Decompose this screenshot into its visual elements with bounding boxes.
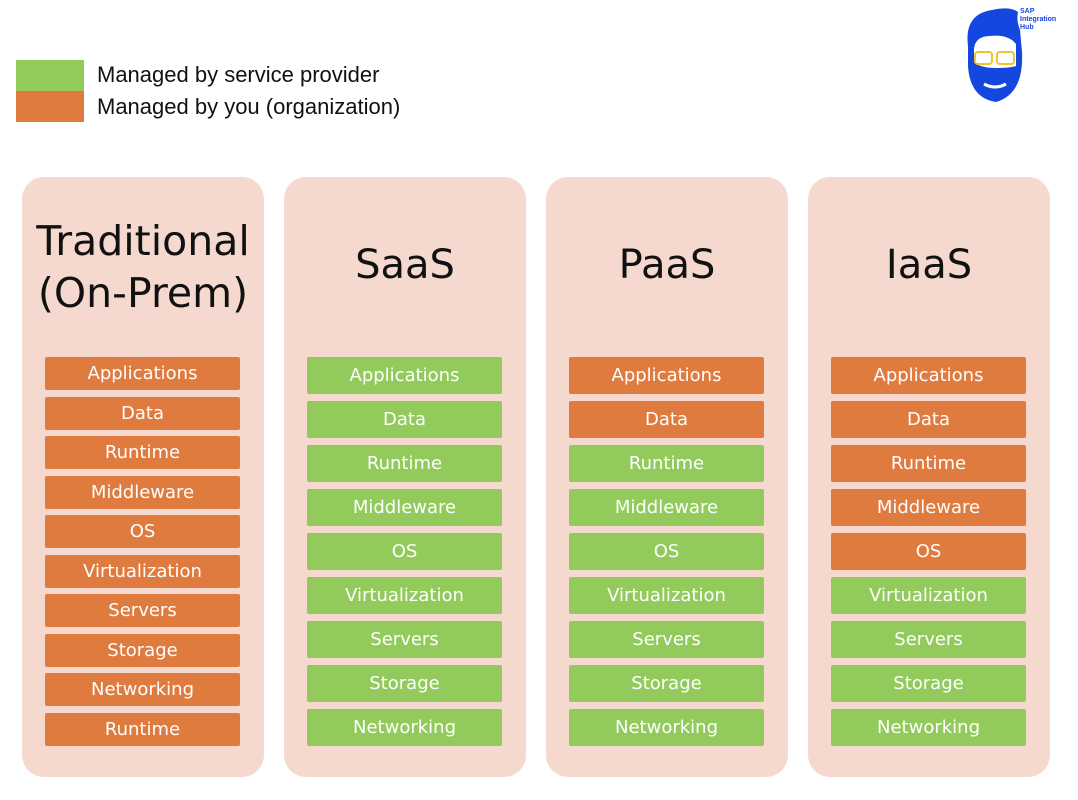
column-title: PaaS bbox=[618, 242, 716, 288]
stack-layer-os: OS bbox=[307, 533, 502, 570]
legend-swatch-provider bbox=[16, 60, 84, 91]
stack-layer-virtualization: Virtualization bbox=[307, 577, 502, 614]
column-title: IaaS bbox=[885, 242, 973, 288]
stack-layer-networking: Networking bbox=[831, 709, 1026, 746]
stack-layer-servers: Servers bbox=[307, 621, 502, 658]
column-iaas: IaaS Applications Data Runtime Middleware OS… bbox=[808, 177, 1050, 777]
stack-layer-applications: Applications bbox=[569, 357, 764, 394]
stack-layer-networking: Networking bbox=[569, 709, 764, 746]
stack-layer-applications: Applications bbox=[45, 357, 240, 390]
stack-layer-servers: Servers bbox=[569, 621, 764, 658]
column-title: SaaS bbox=[355, 242, 455, 288]
stack-layer-applications: Applications bbox=[307, 357, 502, 394]
stack-layer-applications: Applications bbox=[831, 357, 1026, 394]
logo-text-line: Integration bbox=[1020, 16, 1057, 23]
stack-layer-data: Data bbox=[831, 401, 1026, 438]
stack-layer-data: Data bbox=[307, 401, 502, 438]
logo-text: SAP Integration Hub bbox=[1020, 8, 1056, 32]
stack-layer-data: Data bbox=[45, 396, 240, 430]
stack-layer-runtime: Runtime bbox=[569, 445, 764, 482]
legend-label-provider: Managed by service provider bbox=[97, 62, 380, 87]
stack-layer-networking: Networking bbox=[45, 673, 240, 706]
stack-layer-storage: Storage bbox=[831, 665, 1026, 702]
stack-layer-virtualization: Virtualization bbox=[831, 577, 1026, 614]
stack-layer-data: Data bbox=[569, 401, 764, 438]
stack-layer-os: OS bbox=[45, 515, 240, 548]
stack-layer-servers: Servers bbox=[45, 594, 240, 627]
column-title: Traditional (On-Prem) bbox=[22, 215, 264, 319]
stack-layer-middleware: Middleware bbox=[45, 475, 240, 509]
stack-layer-virtualization: Virtualization bbox=[569, 577, 764, 614]
stack-layer-runtime: Runtime bbox=[307, 445, 502, 482]
column-title-line: Traditional bbox=[36, 217, 250, 265]
stack-layer-middleware: Middleware bbox=[831, 489, 1026, 526]
stack-layer-runtime: Runtime bbox=[45, 712, 240, 746]
stack-layer-storage: Storage bbox=[307, 665, 502, 702]
logo-text-line: Hub bbox=[1020, 24, 1034, 31]
column-title-line: (On-Prem) bbox=[37, 269, 249, 317]
logo-text-line: SAP bbox=[1020, 8, 1035, 15]
stack-layer-storage: Storage bbox=[45, 633, 240, 667]
column-saas: SaaS Applications Data Runtime Middleware OS… bbox=[284, 177, 526, 777]
stack-layer-runtime: Runtime bbox=[831, 445, 1026, 482]
stack-layer-servers: Servers bbox=[831, 621, 1026, 658]
stack-layer-os: OS bbox=[831, 533, 1026, 570]
stack-layer-middleware: Middleware bbox=[307, 489, 502, 526]
column-traditional: Traditional (On-Prem) Applications Data Ru… bbox=[22, 177, 264, 777]
stack-layer-storage: Storage bbox=[569, 665, 764, 702]
stack-layer-middleware: Middleware bbox=[569, 489, 764, 526]
stack-layer-networking: Networking bbox=[307, 709, 502, 746]
stack-layer-runtime: Runtime bbox=[45, 436, 240, 469]
column-paas: PaaS Applications Data Runtime Middleware OS… bbox=[546, 177, 788, 777]
stack-layer-virtualization: Virtualization bbox=[45, 554, 240, 588]
legend-swatch-you bbox=[16, 91, 84, 122]
legend-label-you: Managed by you (organization) bbox=[97, 94, 401, 119]
stack-layer-os: OS bbox=[569, 533, 764, 570]
